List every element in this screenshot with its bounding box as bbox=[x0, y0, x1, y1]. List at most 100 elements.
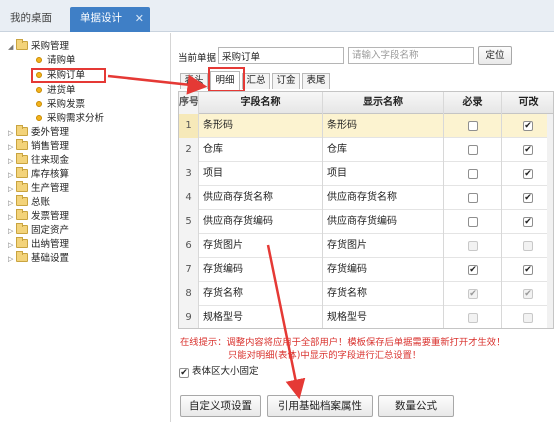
required-checkbox bbox=[468, 289, 478, 299]
tree-node-label: 委外管理 bbox=[31, 127, 70, 138]
tree-node-outsourcing[interactable]: ▷ 委外管理 bbox=[8, 125, 70, 140]
fixed-size-checkbox[interactable]: ✔ bbox=[179, 368, 189, 378]
row-number: 3 bbox=[179, 162, 199, 186]
tree-node-purchase[interactable]: ◢ 采购管理 bbox=[8, 39, 69, 54]
required-cell bbox=[444, 186, 502, 210]
collapse-triangle-icon[interactable]: ▷ bbox=[8, 197, 16, 210]
collapse-triangle-icon[interactable]: ▷ bbox=[8, 127, 16, 140]
editable-checkbox bbox=[523, 313, 533, 323]
table-row[interactable]: 9 规格型号 规格型号 bbox=[179, 306, 553, 328]
tab-header[interactable]: 表头 bbox=[180, 73, 208, 89]
tree-node-receipt[interactable]: 进货单 bbox=[36, 84, 76, 97]
collapse-triangle-icon[interactable]: ▷ bbox=[8, 211, 16, 224]
top-tab-bar: 我的桌面 单据设计 ✕ bbox=[0, 0, 554, 32]
tree-node-cashier[interactable]: ▷ 出纳管理 bbox=[8, 237, 69, 252]
tree-node-sales[interactable]: ▷ 销售管理 bbox=[8, 139, 69, 154]
tree-node-requisition[interactable]: 请购单 bbox=[36, 54, 76, 67]
tree-node-invoice[interactable]: 采购发票 bbox=[36, 98, 85, 111]
table-row[interactable]: 1 条形码 条形码 bbox=[179, 114, 553, 138]
required-checkbox bbox=[468, 313, 478, 323]
folder-icon bbox=[16, 167, 28, 178]
field-name-cell: 仓库 bbox=[199, 138, 323, 162]
quantity-formula-button[interactable]: 数量公式 bbox=[378, 395, 454, 417]
field-search-input[interactable] bbox=[348, 47, 474, 64]
required-checkbox[interactable] bbox=[468, 145, 478, 155]
folder-icon bbox=[16, 223, 28, 234]
required-checkbox[interactable] bbox=[468, 193, 478, 203]
required-checkbox[interactable] bbox=[468, 265, 478, 275]
reference-archive-attributes-button[interactable]: 引用基础档案属性 bbox=[267, 395, 373, 417]
grid-scrollbar[interactable] bbox=[547, 114, 553, 328]
tree-node-production[interactable]: ▷ 生产管理 bbox=[8, 181, 70, 196]
close-icon[interactable]: ✕ bbox=[135, 7, 144, 30]
collapse-triangle-icon[interactable]: ▷ bbox=[8, 253, 16, 266]
tree-node-label: 生产管理 bbox=[31, 183, 70, 194]
fixed-size-label: 表体区大小固定 bbox=[192, 366, 259, 377]
collapse-triangle-icon[interactable]: ▷ bbox=[8, 239, 16, 252]
row-number: 2 bbox=[179, 138, 199, 162]
current-document-input[interactable] bbox=[218, 47, 344, 64]
tree-node-cash[interactable]: ▷ 往来现金 bbox=[8, 153, 69, 168]
tree-node-ledger[interactable]: ▷ 总账 bbox=[8, 195, 50, 210]
column-header-required[interactable]: 必录 bbox=[444, 92, 502, 114]
tree-node-label: 进货单 bbox=[47, 85, 76, 96]
custom-item-settings-button[interactable]: 自定义项设置 bbox=[180, 395, 261, 417]
table-row[interactable]: 8 存货名称 存货名称 bbox=[179, 282, 553, 306]
collapse-triangle-icon[interactable]: ▷ bbox=[8, 155, 16, 168]
editable-checkbox[interactable] bbox=[523, 193, 533, 203]
row-number: 5 bbox=[179, 210, 199, 234]
required-cell bbox=[444, 282, 502, 306]
expand-triangle-icon[interactable]: ◢ bbox=[8, 41, 16, 54]
editable-checkbox bbox=[523, 241, 533, 251]
editable-checkbox[interactable] bbox=[523, 217, 533, 227]
table-row[interactable]: 5 供应商存货编码 供应商存货编码 bbox=[179, 210, 553, 234]
field-name-cell: 存货编码 bbox=[199, 258, 323, 282]
fixed-size-option[interactable]: ✔ 表体区大小固定 bbox=[179, 363, 259, 378]
tree-node-label: 库存核算 bbox=[31, 169, 70, 180]
collapse-triangle-icon[interactable]: ▷ bbox=[8, 225, 16, 238]
tab-document-design-label: 单据设计 bbox=[80, 12, 122, 24]
collapse-triangle-icon[interactable]: ▷ bbox=[8, 141, 16, 154]
table-row[interactable]: 4 供应商存货名称 供应商存货名称 bbox=[179, 186, 553, 210]
column-header-editable[interactable]: 可改 bbox=[502, 92, 553, 114]
row-number: 9 bbox=[179, 306, 199, 328]
table-row[interactable]: 3 项目 项目 bbox=[179, 162, 553, 186]
bullet-icon bbox=[36, 87, 42, 93]
editable-checkbox[interactable] bbox=[523, 145, 533, 155]
tree-node-inventory[interactable]: ▷ 库存核算 bbox=[8, 167, 70, 182]
folder-icon bbox=[16, 39, 28, 50]
tab-document-design[interactable]: 单据设计 ✕ bbox=[70, 7, 150, 32]
tree-node-invoice-mgmt[interactable]: ▷ 发票管理 bbox=[8, 209, 70, 224]
table-row[interactable]: 2 仓库 仓库 bbox=[179, 138, 553, 162]
tab-footer[interactable]: 表尾 bbox=[302, 73, 330, 89]
required-checkbox[interactable] bbox=[468, 217, 478, 227]
required-cell bbox=[444, 306, 502, 328]
tab-deposit[interactable]: 订金 bbox=[272, 73, 300, 89]
table-row[interactable]: 6 存货图片 存货图片 bbox=[179, 234, 553, 258]
tab-summary[interactable]: 汇总 bbox=[242, 73, 270, 89]
editable-checkbox[interactable] bbox=[523, 121, 533, 131]
display-name-cell: 存货编码 bbox=[323, 258, 444, 282]
locate-button[interactable]: 定位 bbox=[478, 46, 512, 65]
editable-checkbox[interactable] bbox=[523, 265, 533, 275]
field-name-cell: 存货图片 bbox=[199, 234, 323, 258]
current-document-label: 当前单据 bbox=[178, 53, 217, 64]
tree-node-basic-settings[interactable]: ▷ 基础设置 bbox=[8, 251, 69, 266]
editable-checkbox[interactable] bbox=[523, 169, 533, 179]
display-name-cell: 条形码 bbox=[323, 114, 444, 138]
column-header-field[interactable]: 字段名称 bbox=[199, 92, 323, 114]
required-checkbox[interactable] bbox=[468, 169, 478, 179]
table-row[interactable]: 7 存货编码 存货编码 bbox=[179, 258, 553, 282]
bullet-icon bbox=[36, 115, 42, 121]
tree-node-label: 采购需求分析 bbox=[47, 113, 105, 124]
column-header-display[interactable]: 显示名称 bbox=[323, 92, 444, 114]
tree-node-fixed-assets[interactable]: ▷ 固定资产 bbox=[8, 223, 69, 238]
tab-my-desktop[interactable]: 我的桌面 bbox=[4, 7, 58, 32]
collapse-triangle-icon[interactable]: ▷ bbox=[8, 169, 16, 182]
folder-icon bbox=[16, 251, 28, 262]
tree-node-demand[interactable]: 采购需求分析 bbox=[36, 112, 104, 125]
required-checkbox[interactable] bbox=[468, 121, 478, 131]
field-name-cell: 规格型号 bbox=[199, 306, 323, 328]
tree-node-label: 发票管理 bbox=[31, 211, 70, 222]
collapse-triangle-icon[interactable]: ▷ bbox=[8, 183, 16, 196]
